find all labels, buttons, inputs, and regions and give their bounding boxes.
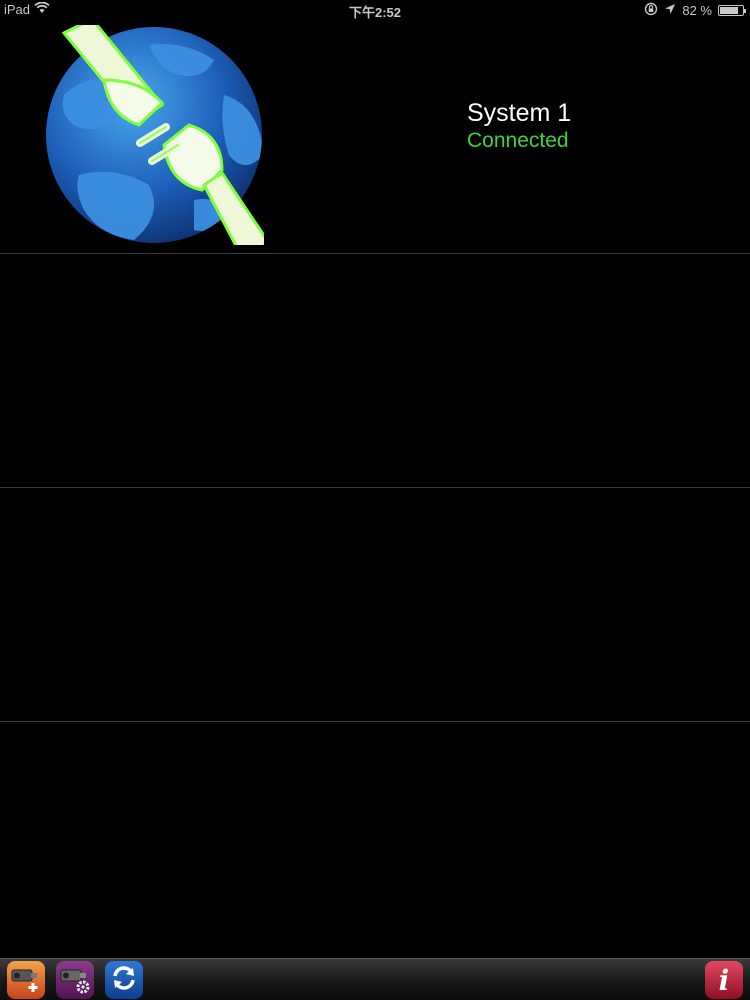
system-name: System 1 bbox=[467, 99, 572, 127]
empty-row bbox=[0, 488, 750, 722]
globe-plug-icon bbox=[44, 17, 272, 260]
info-icon: i bbox=[718, 963, 730, 997]
battery-fill bbox=[720, 7, 739, 14]
system-info: System 1 Connected bbox=[467, 98, 571, 154]
info-button[interactable]: i bbox=[705, 961, 743, 999]
empty-row bbox=[0, 254, 750, 488]
status-right: 82 % bbox=[644, 2, 746, 19]
battery-icon bbox=[718, 5, 746, 16]
camera-settings-icon bbox=[58, 961, 92, 999]
battery-percent: 82 % bbox=[682, 3, 712, 18]
bottom-toolbar: i bbox=[0, 958, 750, 1000]
camera-add-icon bbox=[9, 961, 43, 999]
rotation-lock-icon bbox=[644, 2, 658, 19]
camera-settings-button[interactable] bbox=[56, 961, 94, 999]
add-camera-button[interactable] bbox=[7, 961, 45, 999]
status-bar: iPad 下午2:52 82 % bbox=[0, 0, 750, 20]
status-time: 下午2:52 bbox=[348, 5, 402, 20]
system-status: Connected bbox=[467, 129, 569, 152]
refresh-icon bbox=[109, 963, 139, 998]
location-arrow-icon bbox=[664, 3, 676, 18]
empty-row bbox=[0, 722, 750, 956]
system-list: System 1 Connected bbox=[0, 17, 750, 958]
refresh-button[interactable] bbox=[105, 961, 143, 999]
system-row[interactable]: System 1 Connected bbox=[0, 17, 750, 260]
